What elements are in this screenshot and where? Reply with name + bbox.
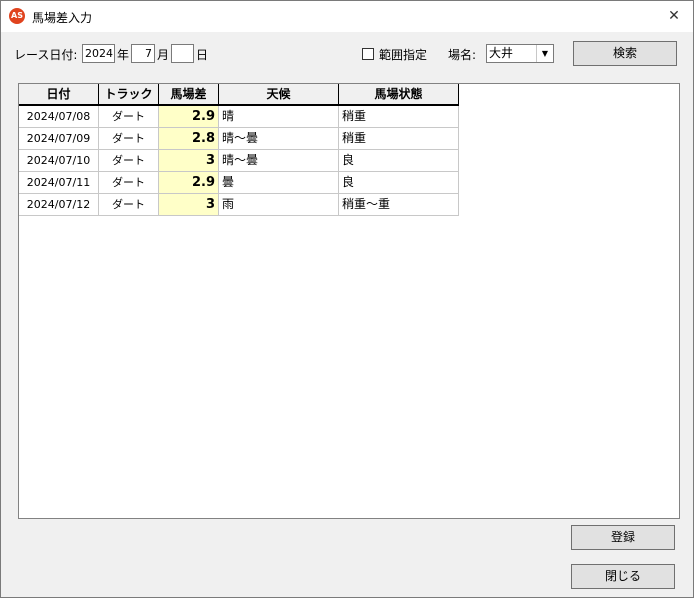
cell-date[interactable]: 2024/07/08	[19, 106, 99, 128]
cell-weather[interactable]: 晴	[219, 106, 339, 128]
cell-condition[interactable]: 良	[339, 150, 459, 172]
cell-track[interactable]: ダート	[99, 106, 159, 128]
race-date-label: レース日付:	[14, 48, 78, 62]
title-bar: AS 馬場差入力 ✕	[1, 1, 693, 32]
venue-select[interactable]: 大井 ▼	[486, 44, 554, 63]
cell-condition[interactable]: 稍重～重	[339, 194, 459, 216]
cell-diff[interactable]: 2.9	[159, 172, 219, 194]
cell-weather[interactable]: 曇	[219, 172, 339, 194]
day-unit-label: 日	[196, 48, 209, 62]
app-logo-icon: AS	[9, 8, 25, 24]
column-header-diff[interactable]: 馬場差	[159, 84, 219, 106]
month-input[interactable]: 7	[131, 44, 155, 63]
cell-track[interactable]: ダート	[99, 172, 159, 194]
cell-track[interactable]: ダート	[99, 128, 159, 150]
close-icon[interactable]: ✕	[655, 1, 693, 32]
chevron-down-icon[interactable]: ▼	[536, 45, 553, 62]
range-checkbox[interactable]	[362, 48, 374, 60]
cell-date[interactable]: 2024/07/12	[19, 194, 99, 216]
cell-diff[interactable]: 2.9	[159, 106, 219, 128]
cell-diff[interactable]: 3	[159, 194, 219, 216]
venue-value: 大井	[489, 46, 514, 60]
cell-track[interactable]: ダート	[99, 150, 159, 172]
cell-weather[interactable]: 晴～曇	[219, 128, 339, 150]
month-unit-label: 月	[157, 48, 170, 62]
day-input[interactable]	[171, 44, 194, 63]
data-grid[interactable]: 日付 トラック 馬場差 天候 馬場状態 2024/07/08 ダート 2.9 晴…	[18, 83, 680, 519]
close-button[interactable]: 閉じる	[571, 564, 675, 589]
range-label: 範囲指定	[379, 48, 428, 62]
cell-track[interactable]: ダート	[99, 194, 159, 216]
cell-date[interactable]: 2024/07/09	[19, 128, 99, 150]
column-header-track[interactable]: トラック	[99, 84, 159, 106]
column-header-date[interactable]: 日付	[19, 84, 99, 106]
year-input[interactable]: 2024	[82, 44, 115, 63]
cell-diff[interactable]: 2.8	[159, 128, 219, 150]
register-button[interactable]: 登録	[571, 525, 675, 550]
cell-condition[interactable]: 良	[339, 172, 459, 194]
dialog-window: AS 馬場差入力 ✕ レース日付: 2024 年 7 月 日 範囲指定 場名: …	[0, 0, 694, 598]
window-title: 馬場差入力	[32, 11, 93, 25]
cell-diff[interactable]: 3	[159, 150, 219, 172]
column-header-weather[interactable]: 天候	[219, 84, 339, 106]
cell-weather[interactable]: 晴～曇	[219, 150, 339, 172]
search-button[interactable]: 検索	[573, 41, 677, 66]
cell-date[interactable]: 2024/07/11	[19, 172, 99, 194]
column-header-condition[interactable]: 馬場状態	[339, 84, 459, 106]
cell-date[interactable]: 2024/07/10	[19, 150, 99, 172]
year-unit-label: 年	[117, 48, 130, 62]
cell-weather[interactable]: 雨	[219, 194, 339, 216]
cell-condition[interactable]: 稍重	[339, 128, 459, 150]
cell-condition[interactable]: 稍重	[339, 106, 459, 128]
venue-label: 場名:	[448, 48, 477, 62]
